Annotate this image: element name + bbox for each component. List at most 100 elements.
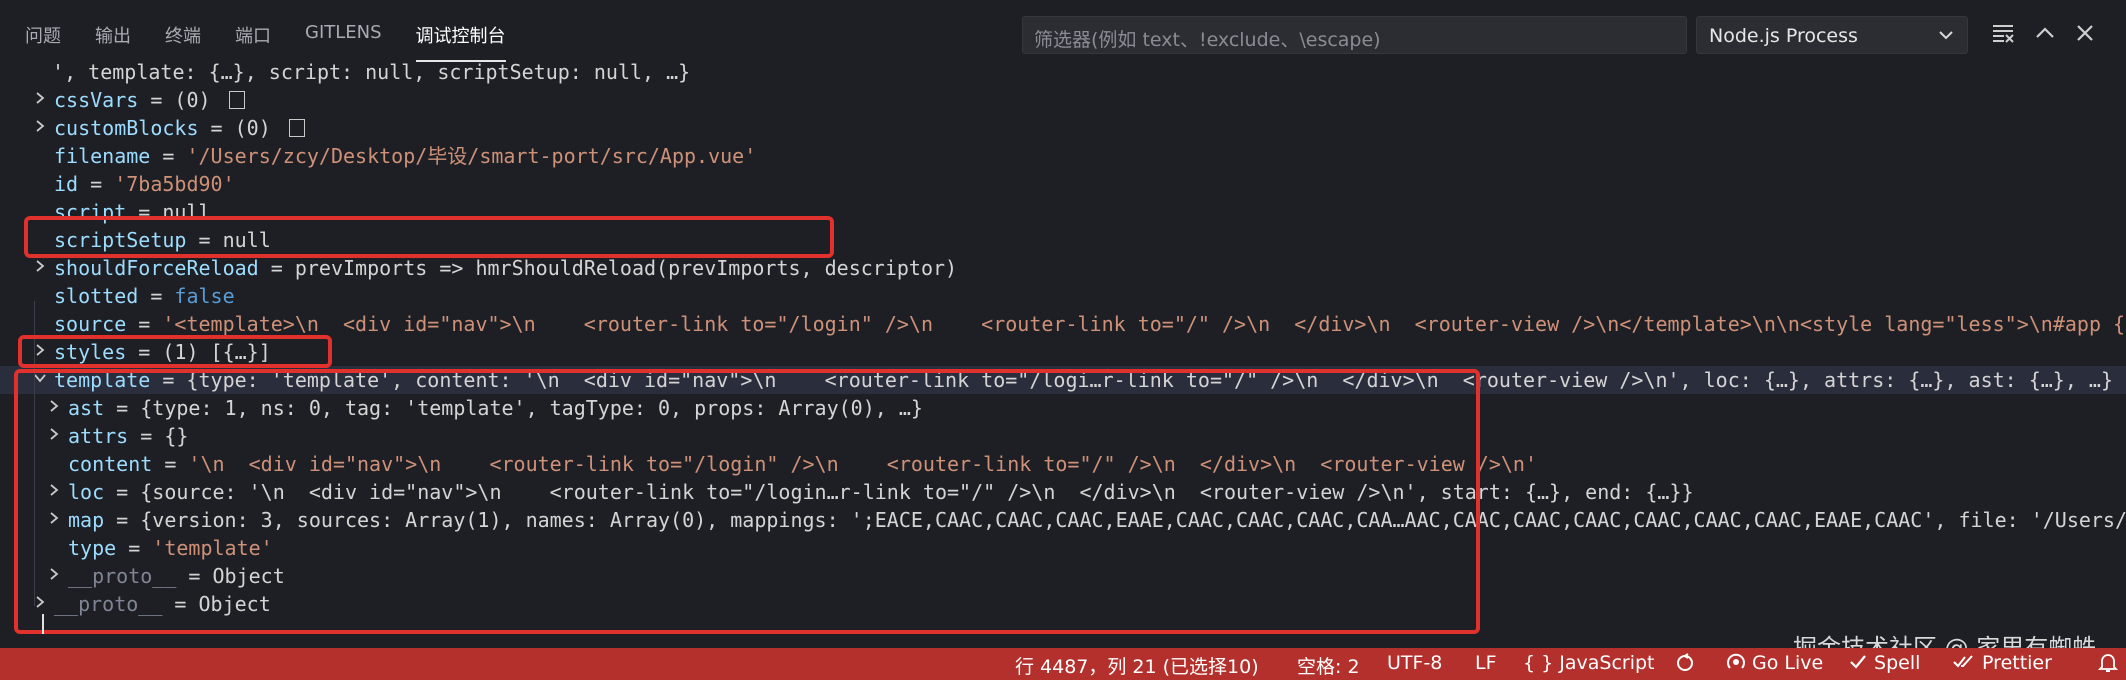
filter-input[interactable]: 筛选器(例如 text、!exclude、\escape)	[1022, 16, 1687, 54]
property-key: source	[54, 312, 127, 336]
spell-item[interactable]: Spell	[1848, 652, 1920, 674]
chevron-right-icon[interactable]	[30, 118, 50, 138]
property-value: {version: 3, sources: Array(1), names: A…	[140, 508, 2126, 532]
language-mode[interactable]: { } JavaScript	[1523, 652, 1655, 674]
property-key: shouldForceReload	[54, 256, 259, 280]
console-tree-row[interactable]: template = {type: 'template', content: '…	[0, 366, 2126, 394]
property-key: customBlocks	[54, 116, 199, 140]
sync-icon[interactable]	[1674, 652, 1696, 679]
property-key: filename	[54, 144, 151, 168]
chevron-right-icon[interactable]	[44, 510, 64, 530]
property-key: attrs	[68, 424, 129, 448]
console-tree-row[interactable]: cssVars = (0)	[0, 86, 2126, 114]
chevron-right-icon[interactable]	[44, 482, 64, 502]
chevron-right-icon[interactable]	[44, 566, 64, 586]
equals-sign: =	[176, 564, 213, 588]
status-bar: 行 4487，列 21 (已选择10) 空格: 2 UTF-8 LF { } J…	[0, 648, 2126, 680]
console-entry: template = {type: 'template', content: '…	[54, 366, 2113, 394]
double-check-icon	[1952, 652, 1982, 674]
equals-sign: =	[126, 312, 163, 336]
chevron-right-icon[interactable]	[30, 594, 50, 614]
property-value: '<template>\n <div id="nav">\n <router-l…	[162, 312, 2126, 336]
property-key: cssVars	[54, 88, 139, 112]
property-key: styles	[54, 340, 127, 364]
equals-sign: =	[138, 88, 175, 112]
debug-console-output[interactable]: ', template: {…}, script: null, scriptSe…	[0, 58, 2126, 648]
chevron-down-icon[interactable]	[30, 370, 50, 390]
property-value: null	[162, 200, 211, 224]
console-tree-row: ', template: {…}, script: null, scriptSe…	[0, 58, 2126, 86]
eol[interactable]: LF	[1475, 652, 1497, 674]
console-tree-row[interactable]: map = {version: 3, sources: Array(1), na…	[0, 506, 2126, 534]
empty-array-icon	[288, 119, 305, 137]
console-tree-row[interactable]: styles = (1) [{…}]	[0, 338, 2126, 366]
go-live-item[interactable]: Go Live	[1726, 652, 1823, 674]
tab-debug-console[interactable]: 调试控制台	[399, 14, 523, 62]
console-entry: slotted = false	[54, 282, 235, 310]
maximize-panel-icon[interactable]	[2032, 20, 2058, 46]
console-tree-row[interactable]: __proto__ = Object	[0, 590, 2126, 618]
property-key: scriptSetup	[54, 228, 187, 252]
prettier-label: Prettier	[1982, 652, 2052, 674]
prettier-item[interactable]: Prettier	[1952, 652, 2052, 674]
process-select-value: Node.js Process	[1709, 25, 1858, 47]
property-key: slotted	[54, 284, 139, 308]
property-key: script	[54, 200, 127, 224]
tab-gitlens[interactable]: GITLENS	[288, 14, 399, 56]
console-tree-row[interactable]: customBlocks = (0)	[0, 114, 2126, 142]
equals-sign: =	[126, 340, 163, 364]
property-value: Object	[198, 592, 271, 616]
panel-tabs: 问题 输出 终端 端口 GITLENS 调试控制台	[8, 14, 523, 62]
equals-sign: =	[126, 200, 163, 224]
property-key: type	[68, 536, 117, 560]
tab-terminal[interactable]: 终端	[148, 14, 218, 56]
console-entry: attrs = {}	[68, 422, 188, 450]
console-tree-row[interactable]: loc = {source: '\n <div id="nav">\n <rou…	[0, 478, 2126, 506]
console-tree-row[interactable]: attrs = {}	[0, 422, 2126, 450]
chevron-right-icon[interactable]	[44, 398, 64, 418]
encoding[interactable]: UTF-8	[1387, 652, 1442, 674]
chevron-right-icon[interactable]	[30, 90, 50, 110]
console-entry: __proto__ = Object	[68, 562, 285, 590]
equals-sign: =	[104, 396, 141, 420]
console-tree-row[interactable]: ast = {type: 1, ns: 0, tag: 'template', …	[0, 394, 2126, 422]
console-entry: filename = '/Users/zcy/Desktop/毕设/smart-…	[54, 142, 756, 170]
console-entry: shouldForceReload = prevImports => hmrSh…	[54, 254, 957, 282]
console-entry: __proto__ = Object	[54, 590, 271, 618]
console-entry: ast = {type: 1, ns: 0, tag: 'template', …	[68, 394, 923, 422]
chevron-right-icon[interactable]	[30, 342, 50, 362]
close-panel-icon[interactable]	[2072, 20, 2098, 46]
spell-label: Spell	[1874, 652, 1921, 674]
tab-problems[interactable]: 问题	[8, 14, 78, 56]
tab-output[interactable]: 输出	[78, 14, 148, 56]
property-value: {}	[164, 424, 189, 448]
chevron-right-icon[interactable]	[44, 426, 64, 446]
equals-sign: =	[78, 172, 115, 196]
clear-console-icon[interactable]	[1990, 20, 2016, 46]
property-value: {type: 1, ns: 0, tag: 'template', tagTyp…	[140, 396, 923, 420]
console-entry: cssVars = (0)	[54, 86, 245, 114]
go-live-label: Go Live	[1752, 652, 1824, 674]
process-select[interactable]: Node.js Process	[1696, 16, 1968, 54]
notifications-bell-icon[interactable]	[2097, 652, 2119, 679]
indentation[interactable]: 空格: 2	[1297, 652, 1360, 679]
property-value: prevImports => hmrShouldReload(prevImpor…	[294, 256, 958, 280]
chevron-right-icon[interactable]	[30, 258, 50, 278]
equals-sign: =	[258, 256, 295, 280]
property-key: ast	[68, 396, 105, 420]
property-value: 'template'	[152, 536, 273, 560]
console-entry: type = 'template'	[68, 534, 273, 562]
cursor-position[interactable]: 行 4487，列 21 (已选择10)	[1015, 652, 1259, 679]
property-key: loc	[68, 480, 105, 504]
equals-sign: =	[152, 452, 189, 476]
tab-ports[interactable]: 端口	[218, 14, 288, 56]
console-tree-row[interactable]: __proto__ = Object	[0, 562, 2126, 590]
console-entry: customBlocks = (0)	[54, 114, 305, 142]
equals-sign: =	[128, 424, 165, 448]
property-value: Object	[212, 564, 285, 588]
property-value: '7ba5bd90'	[114, 172, 235, 196]
console-tree-row[interactable]: shouldForceReload = prevImports => hmrSh…	[0, 254, 2126, 282]
console-tree-row: source = '<template>\n <div id="nav">\n …	[0, 310, 2126, 338]
property-value: (0)	[235, 116, 305, 140]
console-entry: styles = (1) [{…}]	[54, 338, 271, 366]
